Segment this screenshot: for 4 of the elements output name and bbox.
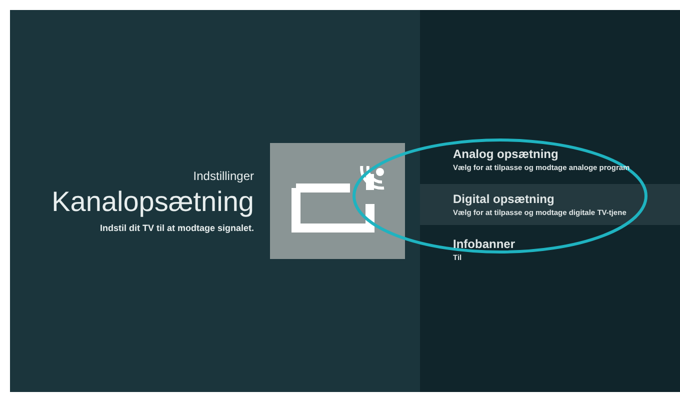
tv-antenna-icon: [270, 143, 405, 259]
breadcrumb: Indstillinger: [193, 169, 254, 183]
page-title: Kanalopsætning: [52, 185, 254, 219]
page-subtitle: Indstil dit TV til at modtage signalet.: [100, 223, 254, 233]
